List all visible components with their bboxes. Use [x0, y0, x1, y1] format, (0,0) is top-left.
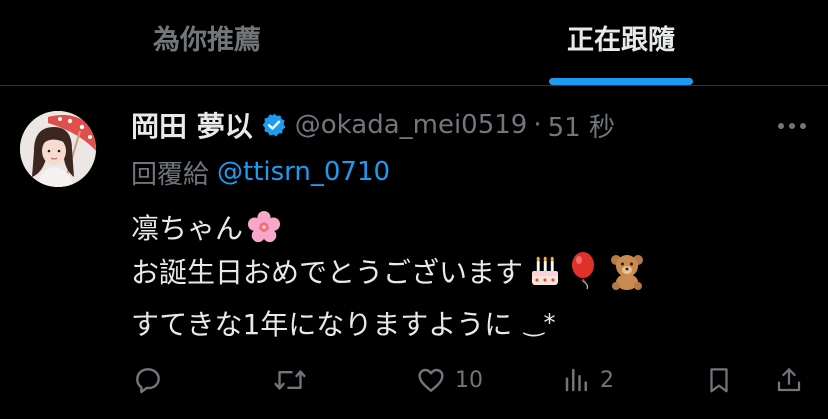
- tweet-text-line-2: お誕生日おめでとうございます: [131, 256, 524, 289]
- views-count: 2: [600, 367, 614, 393]
- tweet-text-line: お誕生日おめでとうございます: [131, 249, 647, 293]
- tweet-timestamp[interactable]: 51 秒: [548, 107, 615, 144]
- user-handle[interactable]: @okada_mei0519: [295, 110, 528, 140]
- reply-icon: [136, 368, 160, 394]
- bookmark-button[interactable]: [704, 360, 734, 400]
- tweet-header: 岡田 夢以 @okada_mei0519 · 51 秒: [131, 104, 615, 146]
- tweet-text-line-1: 凛ちゃん: [131, 212, 244, 245]
- teddy-bear-icon: [611, 255, 644, 290]
- retweet-button[interactable]: [273, 360, 307, 400]
- birthday-cake-icon: [532, 256, 559, 285]
- cherry-blossom-icon: [247, 210, 281, 243]
- separator-dot: ·: [533, 110, 542, 140]
- red-balloon-icon: [572, 252, 595, 290]
- bookmark-icon: [710, 368, 728, 393]
- share-button[interactable]: [774, 360, 804, 400]
- reply-prefix: 回覆給: [131, 159, 210, 190]
- reply-context: 回覆給 @ttisrn_0710: [131, 152, 390, 192]
- heart-icon: [418, 368, 444, 392]
- kaomoji: ‿*: [524, 309, 556, 337]
- tab-for-you[interactable]: 為你推薦: [0, 0, 414, 85]
- tab-following-label: 正在跟隨: [567, 25, 675, 56]
- tweet-text-line-3: すてきな1年になりますように: [131, 308, 513, 341]
- reply-mention-link[interactable]: @ttisrn_0710: [217, 157, 390, 187]
- timeline-screen: 為你推薦 正在跟隨 岡田 夢以 @okada_mei0519 · 51 秒 回覆…: [0, 0, 828, 419]
- tab-bar: 為你推薦 正在跟隨: [0, 0, 828, 86]
- more-dots-icon: [778, 123, 806, 129]
- like-count: 10: [455, 367, 483, 393]
- avatar-image: [20, 111, 96, 187]
- tweet-text-line: すてきな1年になりますように ‿*: [131, 301, 556, 345]
- verified-badge-icon: [262, 113, 286, 137]
- display-name[interactable]: 岡田 夢以: [131, 105, 253, 145]
- tweet-text-line: 凛ちゃん: [131, 205, 281, 249]
- active-tab-indicator: [549, 78, 693, 85]
- share-icon: [777, 368, 801, 392]
- like-button[interactable]: 10: [415, 360, 483, 400]
- more-options-button[interactable]: [776, 112, 808, 140]
- tab-for-you-label: 為你推薦: [153, 25, 261, 56]
- reply-button[interactable]: [132, 360, 164, 400]
- avatar[interactable]: [20, 111, 96, 187]
- analytics-icon: [565, 368, 587, 392]
- views-button[interactable]: 2: [562, 360, 614, 400]
- tab-following[interactable]: 正在跟隨: [414, 0, 828, 85]
- retweet-icon: [274, 370, 306, 390]
